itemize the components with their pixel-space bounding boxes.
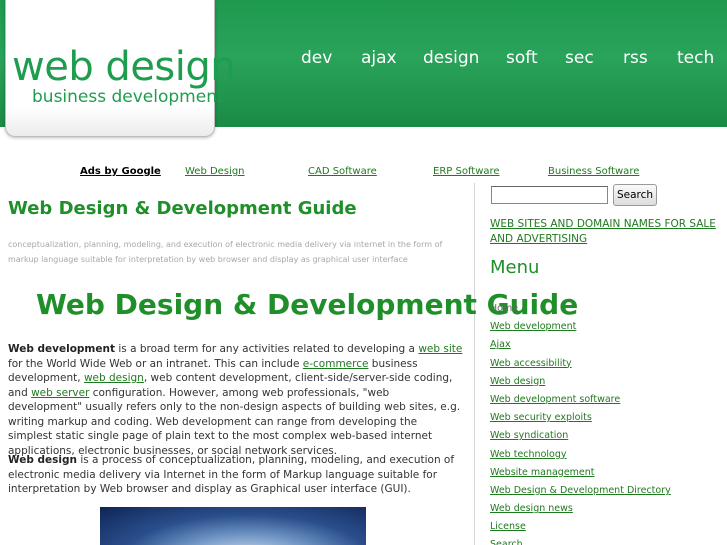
- page-tagline: conceptualization, planning, modeling, a…: [8, 240, 443, 264]
- menu-heading: Menu: [490, 257, 540, 278]
- sidebar-menu: Home Web development Ajax Web accessibil…: [490, 300, 671, 545]
- site-logo[interactable]: web design business development: [5, 0, 236, 137]
- sale-advertising-link[interactable]: WEB SITES AND DOMAIN NAMES FOR SALE AND …: [490, 217, 720, 247]
- paragraph-text: is a broad term for any activities relat…: [115, 343, 419, 355]
- logo-subtitle: business development: [32, 87, 224, 107]
- column-divider: [474, 183, 475, 545]
- nav-link-sec[interactable]: sec: [565, 48, 594, 70]
- menu-item-web-accessibility[interactable]: Web accessibility: [490, 355, 671, 373]
- link-web-design[interactable]: web design: [84, 372, 144, 384]
- ad-link-erp-software[interactable]: ERP Software: [433, 166, 500, 177]
- menu-item-web-development[interactable]: Web development: [490, 318, 671, 336]
- menu-item-license[interactable]: License: [490, 518, 671, 536]
- ad-link-cad-software[interactable]: CAD Software: [308, 166, 377, 177]
- ads-by-google-link[interactable]: Ads by Google: [80, 166, 161, 177]
- menu-item-directory[interactable]: Web Design & Development Directory: [490, 482, 671, 500]
- page-title: Web Design & Development Guide: [8, 198, 357, 219]
- search-button[interactable]: Search: [613, 184, 657, 206]
- menu-item-web-security-exploits[interactable]: Web security exploits: [490, 409, 671, 427]
- nav-link-design[interactable]: design: [423, 48, 479, 70]
- menu-item-ajax[interactable]: Ajax: [490, 336, 671, 354]
- search-input[interactable]: [491, 186, 608, 204]
- nav-link-ajax[interactable]: ajax: [361, 48, 397, 70]
- ads-bar: Ads by Google Web Design CAD Software ER…: [0, 166, 727, 180]
- nav-link-rss[interactable]: rss: [623, 48, 648, 70]
- menu-item-web-syndication[interactable]: Web syndication: [490, 427, 671, 445]
- web-development-paragraph: Web development is a broad term for any …: [8, 342, 463, 458]
- ad-link-web-design[interactable]: Web Design: [185, 166, 245, 177]
- nav-link-tech[interactable]: tech: [677, 48, 714, 70]
- ad-link-business-software[interactable]: Business Software: [548, 166, 639, 177]
- menu-item-search[interactable]: Search: [490, 536, 671, 545]
- menu-item-home[interactable]: Home: [490, 300, 671, 318]
- link-web-site[interactable]: web site: [418, 343, 462, 355]
- nav-link-dev[interactable]: dev: [301, 48, 332, 70]
- earth-image: [100, 507, 366, 545]
- logo-title: web design: [12, 44, 236, 90]
- web-design-paragraph: Web design is a process of conceptualiza…: [8, 453, 463, 497]
- menu-item-web-design[interactable]: Web design: [490, 373, 671, 391]
- nav-link-soft[interactable]: soft: [506, 48, 538, 70]
- menu-item-web-development-software[interactable]: Web development software: [490, 391, 671, 409]
- term-web-design: Web design: [8, 454, 77, 466]
- link-e-commerce[interactable]: e-commerce: [303, 358, 369, 370]
- menu-item-web-technology[interactable]: Web technology: [490, 446, 671, 464]
- menu-item-website-management[interactable]: Website management: [490, 464, 671, 482]
- menu-item-web-design-news[interactable]: Web design news: [490, 500, 671, 518]
- paragraph-text: for the World Wide Web or an intranet. T…: [8, 357, 303, 370]
- term-web-development: Web development: [8, 343, 115, 355]
- link-web-server[interactable]: web server: [31, 387, 89, 399]
